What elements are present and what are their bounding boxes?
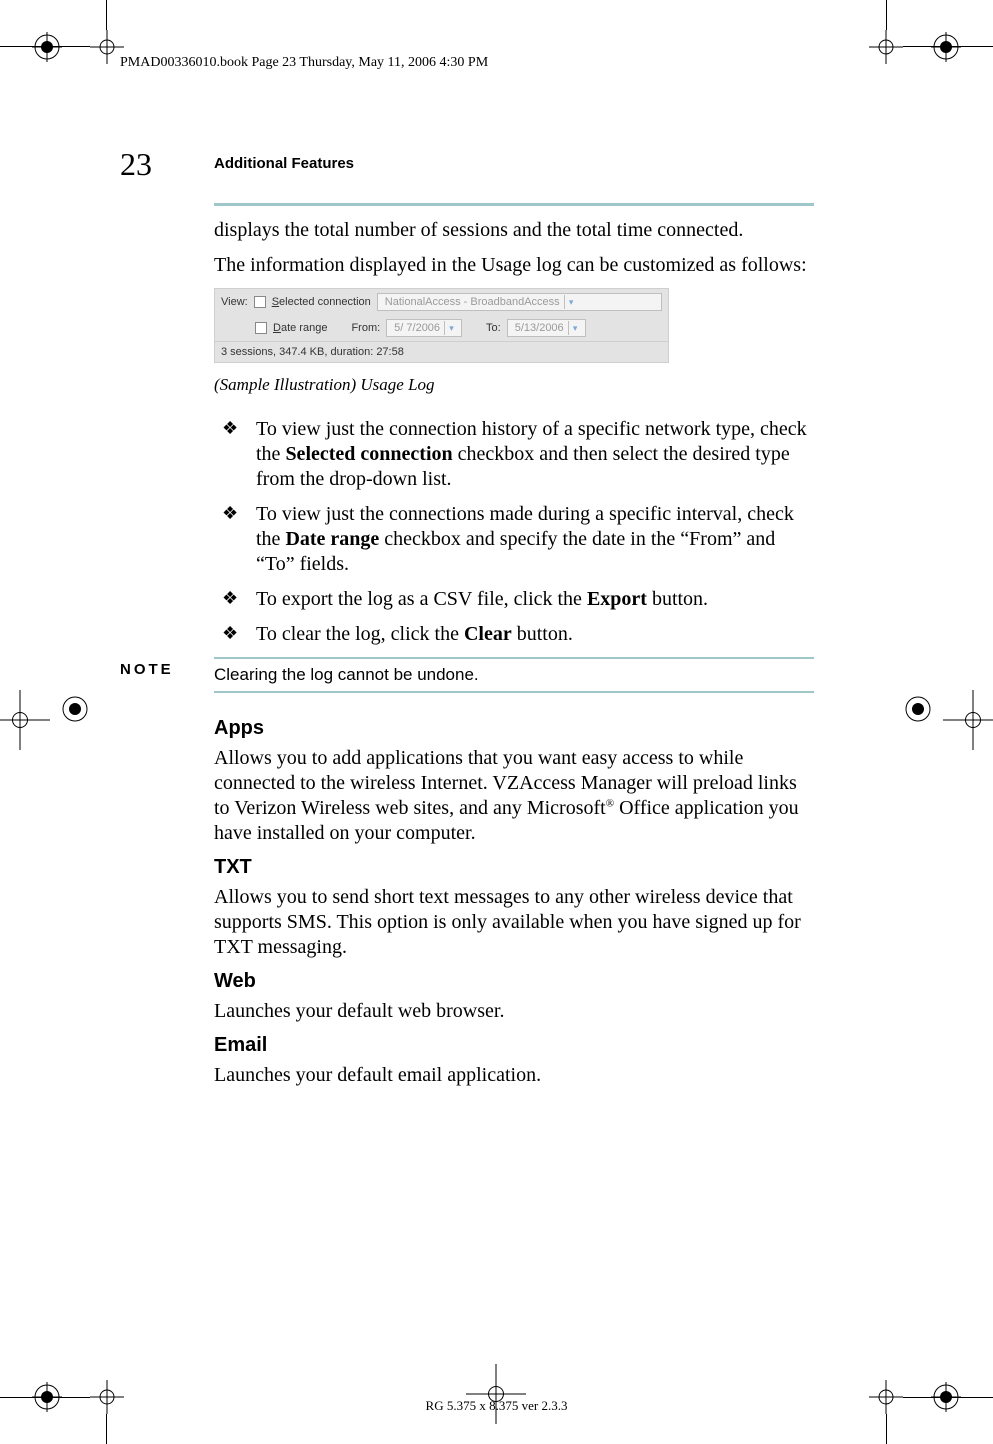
txt-body: Allows you to send short text messages t… [214,885,814,960]
intro-para-2: The information displayed in the Usage l… [214,253,814,278]
reg-mark-icon [903,694,933,724]
list-item: ❖ To clear the log, click the Clear butt… [214,622,814,647]
crop-line [106,0,107,30]
to-date-value: 5/13/2006 [511,322,568,334]
list-item: ❖ To view just the connection history of… [214,417,814,492]
usage-status: 3 sessions, 347.4 KB, duration: 27:58 [215,341,668,362]
reg-mark-icon [32,32,62,62]
bullet-icon: ❖ [214,417,256,492]
section-heading-txt: TXT [214,856,814,879]
bullet-icon: ❖ [214,622,256,647]
selected-connection-checkbox[interactable] [254,296,266,308]
email-body: Launches your default email application. [214,1063,814,1088]
from-date-picker[interactable]: 5/ 7/2006 ▾ [386,319,462,337]
view-label: View: [221,296,248,308]
crop-line [886,1414,887,1444]
crop-target-icon [90,30,124,64]
chevron-down-icon: ▾ [444,321,458,335]
crop-line [0,46,90,47]
page-number: 23 [120,146,152,183]
selected-connection-label: Selected connection [272,296,371,308]
crop-line [886,0,887,30]
to-date-picker[interactable]: 5/13/2006 ▾ [507,319,586,337]
connection-dropdown[interactable]: NationalAccess - BroadbandAccess ▾ [377,293,662,311]
crop-line [106,1414,107,1444]
apps-body: Allows you to add applications that you … [214,746,814,846]
reg-mark-icon [60,694,90,724]
from-label: From: [351,322,380,334]
to-label: To: [486,322,501,334]
crop-target-icon [869,30,903,64]
figure-caption: (Sample Illustration) Usage Log [214,375,814,395]
divider [214,203,814,206]
bullet-icon: ❖ [214,587,256,612]
crosshair-icon [466,1364,526,1424]
note-label: NOTE [120,661,174,678]
bullet-icon: ❖ [214,502,256,577]
date-range-checkbox[interactable] [255,322,267,334]
page: PMAD00336010.book Page 23 Thursday, May … [0,0,993,1444]
list-item: ❖ To view just the connections made duri… [214,502,814,577]
divider [214,691,814,693]
date-range-label: Date range [273,322,327,334]
section-heading-apps: Apps [214,717,814,740]
running-head: Additional Features [214,155,354,172]
chevron-down-icon: ▾ [564,295,578,309]
reg-mark-icon [931,32,961,62]
intro-para-1: displays the total number of sessions an… [214,218,814,243]
note-block: Clearing the log cannot be undone. [214,657,814,693]
connection-dropdown-value: NationalAccess - BroadbandAccess [381,296,564,308]
crosshair-icon [943,690,993,750]
footer-text: RG 5.375 x 8.375 ver 2.3.3 [0,1398,993,1414]
crosshair-icon [0,690,50,750]
chevron-down-icon: ▾ [568,321,582,335]
section-heading-web: Web [214,970,814,993]
crop-line [903,46,993,47]
body-column: displays the total number of sessions an… [214,203,814,1098]
usage-log-figure: View: Selected connection NationalAccess… [214,288,814,363]
from-date-value: 5/ 7/2006 [390,322,444,334]
bullet-list: ❖ To view just the connection history of… [214,417,814,647]
list-item: ❖ To export the log as a CSV file, click… [214,587,814,612]
web-body: Launches your default web browser. [214,999,814,1024]
section-heading-email: Email [214,1034,814,1057]
usage-log-panel: View: Selected connection NationalAccess… [214,288,669,363]
book-header: PMAD00336010.book Page 23 Thursday, May … [120,55,488,71]
note-text: Clearing the log cannot be undone. [214,665,479,685]
